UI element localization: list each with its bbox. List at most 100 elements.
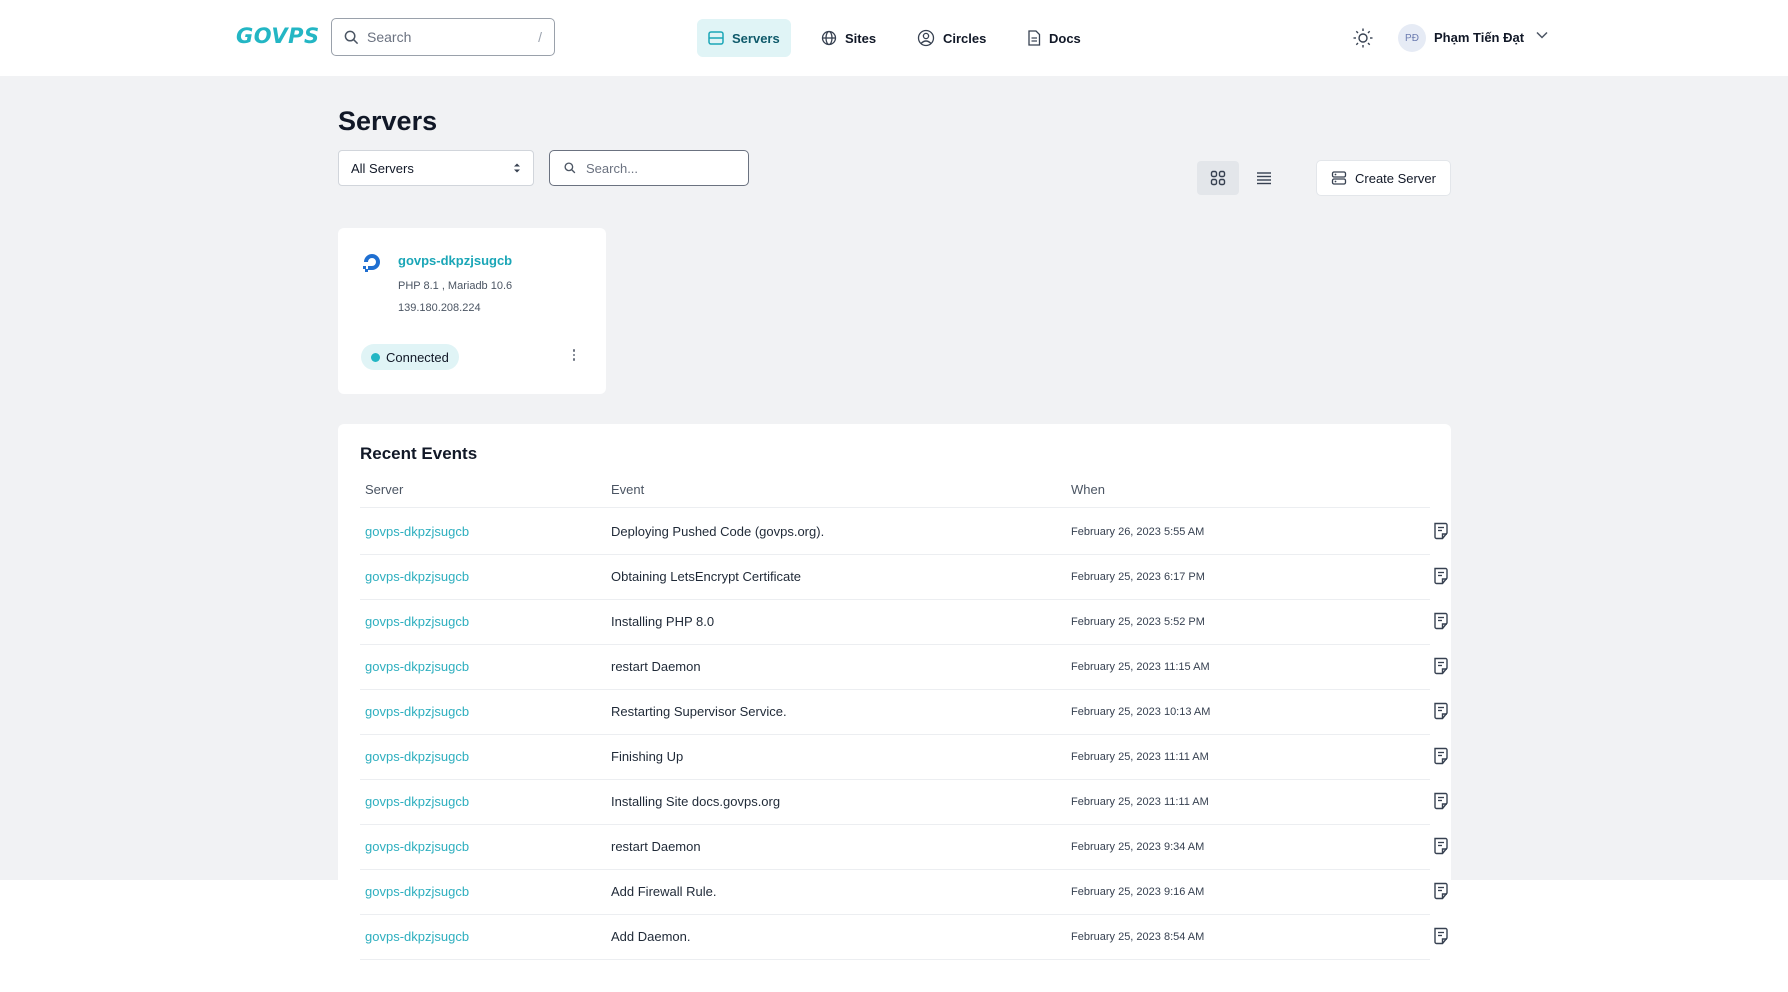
list-view-button[interactable] bbox=[1243, 161, 1285, 195]
table-row: govps-dkpzjsugcb restart Daemon February 2… bbox=[360, 825, 1448, 870]
select-arrows-icon bbox=[514, 163, 520, 173]
table-row: govps-dkpzjsugcb Add Daemon. February 25, … bbox=[360, 915, 1448, 960]
status-label: Connected bbox=[386, 349, 449, 365]
server-search-placeholder: Search... bbox=[586, 160, 639, 176]
nav-docs[interactable]: Docs bbox=[1016, 19, 1092, 57]
column-header-event: Event bbox=[611, 482, 645, 497]
status-dot-icon bbox=[371, 352, 380, 362]
event-server-link[interactable]: govps-dkpzjsugcb bbox=[365, 794, 469, 809]
nav-circles-label: Circles bbox=[943, 30, 987, 46]
event-server-link[interactable]: govps-dkpzjsugcb bbox=[365, 749, 469, 764]
event-description: Installing PHP 8.0 bbox=[611, 614, 715, 629]
event-timestamp: February 25, 2023 11:11 AM bbox=[1071, 751, 1209, 763]
event-timestamp: February 25, 2023 11:15 AM bbox=[1071, 661, 1210, 673]
view-log-button[interactable] bbox=[1433, 612, 1449, 635]
nav-servers-label: Servers bbox=[732, 30, 780, 46]
server-card[interactable]: govps-dkpzjsugcb PHP 8.1 , Mariadb 10.6 … bbox=[338, 228, 606, 394]
log-icon bbox=[1434, 612, 1448, 630]
column-header-when: When bbox=[1071, 482, 1105, 497]
view-log-button[interactable] bbox=[1433, 657, 1449, 680]
event-server-link[interactable]: govps-dkpzjsugcb bbox=[365, 929, 469, 944]
event-timestamp: February 25, 2023 10:13 AM bbox=[1071, 706, 1211, 718]
log-icon bbox=[1434, 927, 1448, 945]
globe-icon bbox=[821, 30, 837, 46]
nav-servers[interactable]: Servers bbox=[697, 19, 791, 57]
list-icon bbox=[1257, 172, 1271, 185]
search-icon bbox=[564, 162, 576, 174]
event-server-link[interactable]: govps-dkpzjsugcb bbox=[365, 524, 469, 539]
log-icon bbox=[1434, 747, 1448, 765]
document-icon bbox=[1028, 30, 1041, 46]
event-timestamp: February 25, 2023 8:54 AM bbox=[1071, 931, 1205, 943]
server-ip: 139.180.208.224 bbox=[398, 302, 481, 314]
table-row: govps-dkpzjsugcb Add Firewall Rule. Februa… bbox=[360, 870, 1448, 915]
event-description: Add Daemon. bbox=[611, 929, 691, 944]
server-add-icon bbox=[1331, 171, 1347, 185]
log-icon bbox=[1434, 837, 1448, 855]
search-shortcut-hint: / bbox=[538, 29, 542, 45]
nav-sites[interactable]: Sites bbox=[810, 19, 887, 57]
event-timestamp: February 25, 2023 11:11 AM bbox=[1071, 796, 1209, 808]
more-options-icon[interactable] bbox=[568, 346, 580, 364]
event-description: restart Daemon bbox=[611, 659, 701, 674]
theme-toggle[interactable] bbox=[1352, 27, 1374, 54]
table-row: govps-dkpzjsugcb restart Daemon February 2… bbox=[360, 645, 1448, 690]
event-timestamp: February 25, 2023 9:34 AM bbox=[1071, 841, 1205, 853]
view-log-button[interactable] bbox=[1433, 837, 1449, 860]
chevron-down-icon[interactable] bbox=[1536, 31, 1548, 39]
event-description: Obtaining LetsEncrypt Certificate bbox=[611, 569, 802, 584]
brand-logo[interactable]: GOVPS bbox=[236, 24, 320, 48]
nav-circles[interactable]: Circles bbox=[906, 19, 997, 57]
event-server-link[interactable]: govps-dkpzjsugcb bbox=[365, 704, 469, 719]
user-circle-icon bbox=[917, 29, 935, 47]
event-description: Deploying Pushed Code (govps.org). bbox=[611, 524, 825, 539]
server-stack: PHP 8.1 , Mariadb 10.6 bbox=[398, 280, 513, 292]
event-description: Restarting Supervisor Service. bbox=[611, 704, 787, 719]
page-title: Servers bbox=[338, 106, 438, 136]
user-avatar[interactable]: PĐ bbox=[1398, 24, 1426, 52]
server-name-link[interactable]: govps-dkpzjsugcb bbox=[398, 253, 512, 268]
event-timestamp: February 25, 2023 9:16 AM bbox=[1071, 886, 1205, 898]
table-row: govps-dkpzjsugcb Installing Site docs.gov… bbox=[360, 780, 1448, 825]
nav-sites-label: Sites bbox=[845, 30, 877, 46]
event-server-link[interactable]: govps-dkpzjsugcb bbox=[365, 569, 469, 584]
log-icon bbox=[1434, 657, 1448, 675]
table-row: govps-dkpzjsugcb Obtaining LetsEncrypt Ce… bbox=[360, 555, 1448, 600]
log-icon bbox=[1434, 702, 1448, 720]
event-description: Add Firewall Rule. bbox=[611, 884, 717, 899]
event-description: Installing Site docs.govps.org bbox=[611, 794, 781, 809]
digitalocean-logo-icon bbox=[363, 254, 380, 272]
view-log-button[interactable] bbox=[1433, 927, 1449, 950]
user-name[interactable]: Phạm Tiến Đạt bbox=[1434, 30, 1524, 45]
table-header: Server Event When bbox=[360, 482, 1430, 508]
global-search-input[interactable]: Search / bbox=[331, 18, 555, 56]
view-log-button[interactable] bbox=[1433, 522, 1449, 545]
create-server-label: Create Server bbox=[1355, 170, 1436, 186]
event-timestamp: February 25, 2023 6:17 PM bbox=[1071, 571, 1205, 583]
recent-events-title: Recent Events bbox=[360, 444, 478, 463]
server-search-input[interactable]: Search... bbox=[549, 150, 749, 186]
nav-docs-label: Docs bbox=[1049, 30, 1081, 46]
create-server-button[interactable]: Create Server bbox=[1316, 160, 1451, 196]
event-timestamp: February 26, 2023 5:55 AM bbox=[1071, 526, 1205, 538]
server-icon bbox=[708, 31, 724, 45]
view-log-button[interactable] bbox=[1433, 747, 1449, 770]
log-icon bbox=[1434, 882, 1448, 900]
event-server-link[interactable]: govps-dkpzjsugcb bbox=[365, 884, 469, 899]
grid-icon bbox=[1210, 170, 1226, 186]
table-row: govps-dkpzjsugcb Restarting Supervisor Se… bbox=[360, 690, 1448, 735]
events-table-body: govps-dkpzjsugcb Deploying Pushed Code (g… bbox=[360, 510, 1448, 960]
server-filter-select[interactable]: All Servers bbox=[338, 150, 534, 186]
event-timestamp: February 25, 2023 5:52 PM bbox=[1071, 616, 1205, 628]
status-badge: Connected bbox=[361, 344, 459, 370]
view-log-button[interactable] bbox=[1433, 792, 1449, 815]
log-icon bbox=[1434, 522, 1448, 540]
view-log-button[interactable] bbox=[1433, 882, 1449, 905]
view-log-button[interactable] bbox=[1433, 567, 1449, 590]
event-server-link[interactable]: govps-dkpzjsugcb bbox=[365, 614, 469, 629]
view-log-button[interactable] bbox=[1433, 702, 1449, 725]
grid-view-button[interactable] bbox=[1197, 161, 1239, 195]
event-server-link[interactable]: govps-dkpzjsugcb bbox=[365, 659, 469, 674]
event-server-link[interactable]: govps-dkpzjsugcb bbox=[365, 839, 469, 854]
server-filter-value: All Servers bbox=[351, 160, 414, 176]
